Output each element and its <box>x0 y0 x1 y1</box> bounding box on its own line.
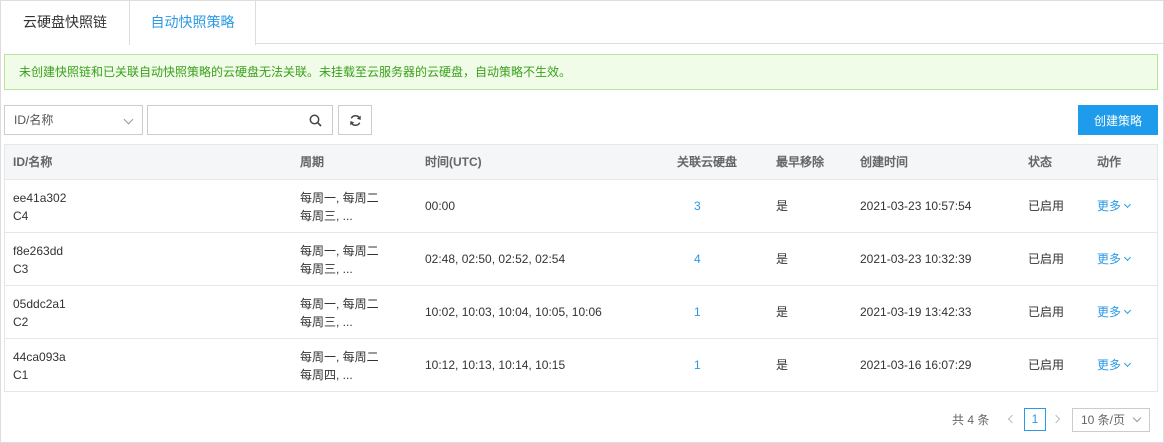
cell-id-name: ee41a302 C4 <box>13 189 66 225</box>
page-number-button[interactable]: 1 <box>1024 408 1046 431</box>
row-id: 44ca093a <box>13 350 66 364</box>
cell-time: 00:00 <box>425 199 456 213</box>
row-name: C4 <box>13 209 29 223</box>
col-time: 时间(UTC) <box>425 155 482 169</box>
cell-disks-link[interactable]: 4 <box>694 233 701 285</box>
chevron-down-icon <box>1123 306 1132 315</box>
col-earliest-remove: 最早移除 <box>776 155 825 169</box>
cell-created: 2021-03-16 16:07:29 <box>860 358 972 372</box>
cell-time: 02:48, 02:50, 02:52, 02:54 <box>425 252 566 266</box>
chevron-left-icon[interactable] <box>1004 411 1018 429</box>
period-line: 每周一, 每周二 <box>300 191 379 205</box>
cell-period: 每周一, 每周二 每周三, ... <box>300 189 379 225</box>
cell-earliest-remove: 是 <box>776 358 789 372</box>
row-name: C1 <box>13 368 29 382</box>
col-created: 创建时间 <box>860 155 909 169</box>
more-label: 更多 <box>1097 358 1122 372</box>
chevron-down-icon <box>1123 200 1132 209</box>
cell-disks-link[interactable]: 1 <box>694 286 701 338</box>
search-icon[interactable] <box>309 114 322 127</box>
more-menu[interactable]: 更多 <box>1097 180 1132 232</box>
table-row: 05ddc2a1 C2 每周一, 每周二 每周三, ... 10:02, 10:… <box>5 286 1157 339</box>
search-input[interactable] <box>148 106 298 134</box>
cell-status: 已启用 <box>1028 252 1065 266</box>
chevron-down-icon <box>123 114 134 125</box>
cell-time: 10:12, 10:13, 10:14, 10:15 <box>425 358 566 372</box>
table-header: ID/名称 周期 时间(UTC) 关联云硬盘 最早移除 创建时间 状态 动作 <box>5 145 1157 180</box>
chevron-down-icon <box>1123 253 1132 262</box>
cell-period: 每周一, 每周二 每周四, ... <box>300 348 379 384</box>
cell-created: 2021-03-23 10:57:54 <box>860 199 972 213</box>
table-row: ee41a302 C4 每周一, 每周二 每周三, ... 00:00 3 是 … <box>5 180 1157 233</box>
row-name: C3 <box>13 262 29 276</box>
cell-status: 已启用 <box>1028 199 1065 213</box>
col-period: 周期 <box>300 155 325 169</box>
more-menu[interactable]: 更多 <box>1097 286 1132 338</box>
period-line: 每周三, ... <box>300 315 353 329</box>
period-line: 每周三, ... <box>300 209 353 223</box>
pagination-total: 共 4 条 <box>952 413 990 427</box>
cell-period: 每周一, 每周二 每周三, ... <box>300 242 379 278</box>
refresh-button[interactable] <box>338 105 372 135</box>
more-label: 更多 <box>1097 199 1122 213</box>
cell-earliest-remove: 是 <box>776 305 789 319</box>
cell-disks-link[interactable]: 1 <box>694 339 701 391</box>
col-id-name: ID/名称 <box>13 155 53 169</box>
col-disks: 关联云硬盘 <box>677 155 738 169</box>
refresh-icon <box>350 115 361 126</box>
cell-status: 已启用 <box>1028 305 1065 319</box>
period-line: 每周三, ... <box>300 262 353 276</box>
tab-snapshot-chain[interactable]: 云硬盘快照链 <box>1 1 129 44</box>
table-row: f8e263dd C3 每周一, 每周二 每周三, ... 02:48, 02:… <box>5 233 1157 286</box>
chevron-down-icon <box>1123 359 1132 368</box>
period-line: 每周一, 每周二 <box>300 244 379 258</box>
cell-earliest-remove: 是 <box>776 199 789 213</box>
chevron-right-icon[interactable] <box>1050 411 1064 429</box>
tab-bar: 云硬盘快照链 自动快照策略 <box>1 1 1163 45</box>
row-id: 05ddc2a1 <box>13 297 66 311</box>
cell-created: 2021-03-23 10:32:39 <box>860 252 972 266</box>
row-name: C2 <box>13 315 29 329</box>
more-label: 更多 <box>1097 252 1122 266</box>
create-policy-button[interactable]: 创建策略 <box>1078 105 1158 135</box>
col-action: 动作 <box>1097 155 1122 169</box>
page-size-value: 10 条/页 <box>1081 413 1126 427</box>
period-line: 每周一, 每周二 <box>300 297 379 311</box>
col-status: 状态 <box>1028 155 1053 169</box>
filter-select[interactable]: ID/名称 <box>4 105 143 135</box>
page-size-select[interactable]: 10 条/页 <box>1072 408 1150 432</box>
table-row: 44ca093a C1 每周一, 每周二 每周四, ... 10:12, 10:… <box>5 339 1157 392</box>
more-menu[interactable]: 更多 <box>1097 233 1132 285</box>
cell-id-name: 05ddc2a1 C2 <box>13 295 66 331</box>
cell-earliest-remove: 是 <box>776 252 789 266</box>
more-label: 更多 <box>1097 305 1122 319</box>
cell-id-name: f8e263dd C3 <box>13 242 63 278</box>
row-id: ee41a302 <box>13 191 67 205</box>
policy-table: ID/名称 周期 时间(UTC) 关联云硬盘 最早移除 创建时间 状态 动作 e… <box>4 144 1158 392</box>
period-line: 每周四, ... <box>300 368 353 382</box>
chevron-down-icon <box>1132 413 1142 423</box>
page-frame: 云硬盘快照链 自动快照策略 未创建快照链和已关联自动快照策略的云硬盘无法关联。未… <box>0 0 1164 443</box>
tab-auto-snapshot-policy[interactable]: 自动快照策略 <box>129 1 256 45</box>
search-box <box>147 105 333 135</box>
cell-status: 已启用 <box>1028 358 1065 372</box>
row-id: f8e263dd <box>13 244 64 258</box>
period-line: 每周一, 每周二 <box>300 350 379 364</box>
cell-period: 每周一, 每周二 每周三, ... <box>300 295 379 331</box>
info-alert: 未创建快照链和已关联自动快照策略的云硬盘无法关联。未挂载至云服务器的云硬盘，自动… <box>4 54 1158 90</box>
cell-time: 10:02, 10:03, 10:04, 10:05, 10:06 <box>425 305 602 319</box>
more-menu[interactable]: 更多 <box>1097 339 1132 391</box>
cell-id-name: 44ca093a C1 <box>13 348 66 384</box>
filter-select-value: ID/名称 <box>14 113 54 127</box>
cell-disks-link[interactable]: 3 <box>694 180 701 232</box>
cell-created: 2021-03-19 13:42:33 <box>860 305 972 319</box>
